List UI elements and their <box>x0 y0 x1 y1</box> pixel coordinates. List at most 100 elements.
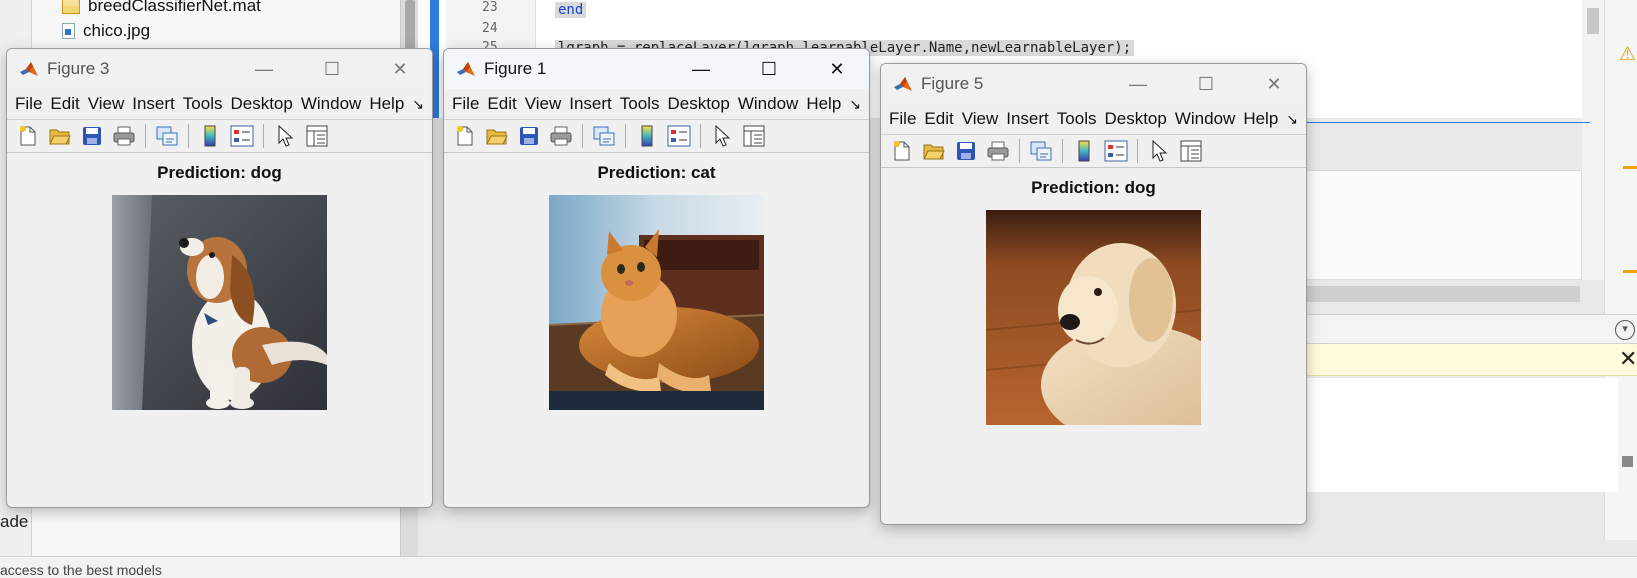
menu-item-view[interactable]: View <box>525 94 562 114</box>
pointer-icon[interactable] <box>709 123 735 149</box>
pointer-icon[interactable] <box>272 123 298 149</box>
close-icon[interactable]: ✕ <box>1259 69 1289 99</box>
maximize-icon[interactable]: ☐ <box>754 54 784 84</box>
legend-icon[interactable] <box>1103 138 1129 164</box>
plot-title: Prediction: dog <box>157 163 282 182</box>
mat-file-icon <box>62 0 80 14</box>
figure-window-figure1[interactable]: Figure 1 — ☐ ✕ File Edit View Insert Tools De… <box>443 48 870 508</box>
save-icon[interactable] <box>516 123 542 149</box>
menu-item-help[interactable]: Help <box>806 94 841 114</box>
menu-item-view[interactable]: View <box>88 94 125 114</box>
figure-title: Figure 1 <box>484 59 547 78</box>
editor-scrollbar[interactable] <box>1582 0 1604 280</box>
menu-item-window[interactable]: Window <box>1175 109 1235 129</box>
section-divider <box>1300 122 1590 123</box>
link-plot-icon[interactable] <box>1028 138 1054 164</box>
warning-marker[interactable] <box>1623 270 1637 273</box>
menu-item-desktop[interactable]: Desktop <box>1104 109 1166 129</box>
matlab-logo-icon <box>894 77 912 91</box>
close-icon[interactable]: ✕ <box>1619 346 1637 372</box>
menu-item-edit[interactable]: Edit <box>924 109 953 129</box>
maximize-icon[interactable]: ☐ <box>317 54 347 84</box>
link-plot-icon[interactable] <box>591 123 617 149</box>
menu-item-insert[interactable]: Insert <box>132 94 175 114</box>
menu-item-edit[interactable]: Edit <box>50 94 79 114</box>
open-folder-icon[interactable] <box>47 123 73 149</box>
menu-item-window[interactable]: Window <box>738 94 798 114</box>
new-figure-icon[interactable] <box>452 123 478 149</box>
save-icon[interactable] <box>953 138 979 164</box>
property-inspector-icon[interactable] <box>1178 138 1204 164</box>
minimize-icon[interactable]: — <box>686 54 716 84</box>
menu-item-insert[interactable]: Insert <box>1006 109 1049 129</box>
figure-window-figure5[interactable]: Figure 5 — ☐ ✕ File Edit View Insert Tools De… <box>880 63 1307 525</box>
legend-icon[interactable] <box>229 123 255 149</box>
figure-menubar: File Edit View Insert Tools Desktop Window Help… <box>7 89 432 119</box>
command-window-header <box>1300 314 1637 344</box>
dock-arrow-icon[interactable]: ↘ <box>1286 111 1298 128</box>
figure-window-figure3[interactable]: Figure 3 — ☐ ✕ File Edit View Insert Tools De… <box>6 48 433 508</box>
chevron-down-icon[interactable]: ▾ <box>1615 320 1635 340</box>
figure-title: Figure 3 <box>47 59 110 78</box>
menu-item-insert[interactable]: Insert <box>569 94 612 114</box>
close-icon[interactable]: ✕ <box>822 54 852 84</box>
code-line-23[interactable]: end <box>555 2 587 18</box>
legend-icon[interactable] <box>666 123 692 149</box>
file-item-jpg[interactable]: chico.jpg <box>62 21 150 41</box>
property-inspector-icon[interactable] <box>304 123 330 149</box>
matlab-logo-icon <box>20 62 38 76</box>
menu-item-desktop[interactable]: Desktop <box>230 94 292 114</box>
link-plot-icon[interactable] <box>154 123 180 149</box>
dock-arrow-icon[interactable]: ↘ <box>412 96 424 113</box>
file-name: breedClassifierNet.mat <box>88 0 261 15</box>
line-number: 24 <box>482 21 498 36</box>
figure-menubar: File Edit View Insert Tools Desktop Window Help… <box>444 89 869 119</box>
colorbar-icon[interactable] <box>1071 138 1097 164</box>
menu-item-help[interactable]: Help <box>1243 109 1278 129</box>
new-figure-icon[interactable] <box>15 123 41 149</box>
minimize-icon[interactable]: — <box>1123 69 1153 99</box>
menu-item-file[interactable]: File <box>889 109 916 129</box>
figure-toolbar <box>881 134 1306 168</box>
figure-titlebar[interactable]: Figure 3 — ☐ ✕ <box>7 49 432 89</box>
print-icon[interactable] <box>111 123 137 149</box>
pointer-icon[interactable] <box>1146 138 1172 164</box>
figure-titlebar[interactable]: Figure 1 — ☐ ✕ <box>444 49 869 89</box>
menu-item-tools[interactable]: Tools <box>620 94 660 114</box>
open-folder-icon[interactable] <box>484 123 510 149</box>
open-folder-icon[interactable] <box>921 138 947 164</box>
prediction-image <box>549 195 764 410</box>
menu-item-file[interactable]: File <box>452 94 479 114</box>
file-name: chico.jpg <box>83 21 151 40</box>
new-figure-icon[interactable] <box>889 138 915 164</box>
figure-titlebar[interactable]: Figure 5 — ☐ ✕ <box>881 64 1306 104</box>
notification-bar <box>1300 344 1637 376</box>
close-icon[interactable]: ✕ <box>385 54 415 84</box>
menu-item-view[interactable]: View <box>962 109 999 129</box>
colorbar-icon[interactable] <box>197 123 223 149</box>
command-window[interactable] <box>1300 378 1618 492</box>
warning-marker[interactable] <box>1623 166 1637 169</box>
prediction-image <box>986 210 1201 425</box>
menu-item-help[interactable]: Help <box>369 94 404 114</box>
menu-item-window[interactable]: Window <box>301 94 361 114</box>
dock-arrow-icon[interactable]: ↘ <box>849 96 861 113</box>
file-item-mat[interactable]: breedClassifierNet.mat <box>62 0 261 16</box>
warning-icon[interactable]: ⚠ <box>1619 43 1636 66</box>
status-text: access to the best models <box>0 562 162 578</box>
menu-item-tools[interactable]: Tools <box>183 94 223 114</box>
menu-item-file[interactable]: File <box>15 94 42 114</box>
property-inspector-icon[interactable] <box>741 123 767 149</box>
save-icon[interactable] <box>79 123 105 149</box>
menu-item-desktop[interactable]: Desktop <box>667 94 729 114</box>
minimize-icon[interactable]: — <box>249 54 279 84</box>
print-icon[interactable] <box>548 123 574 149</box>
maximize-icon[interactable]: ☐ <box>1191 69 1221 99</box>
colorbar-icon[interactable] <box>634 123 660 149</box>
plot-title: Prediction: dog <box>1031 178 1156 197</box>
print-icon[interactable] <box>985 138 1011 164</box>
figure-toolbar <box>7 119 432 153</box>
menu-item-tools[interactable]: Tools <box>1057 109 1097 129</box>
menu-item-edit[interactable]: Edit <box>487 94 516 114</box>
plot-title: Prediction: cat <box>597 163 716 182</box>
